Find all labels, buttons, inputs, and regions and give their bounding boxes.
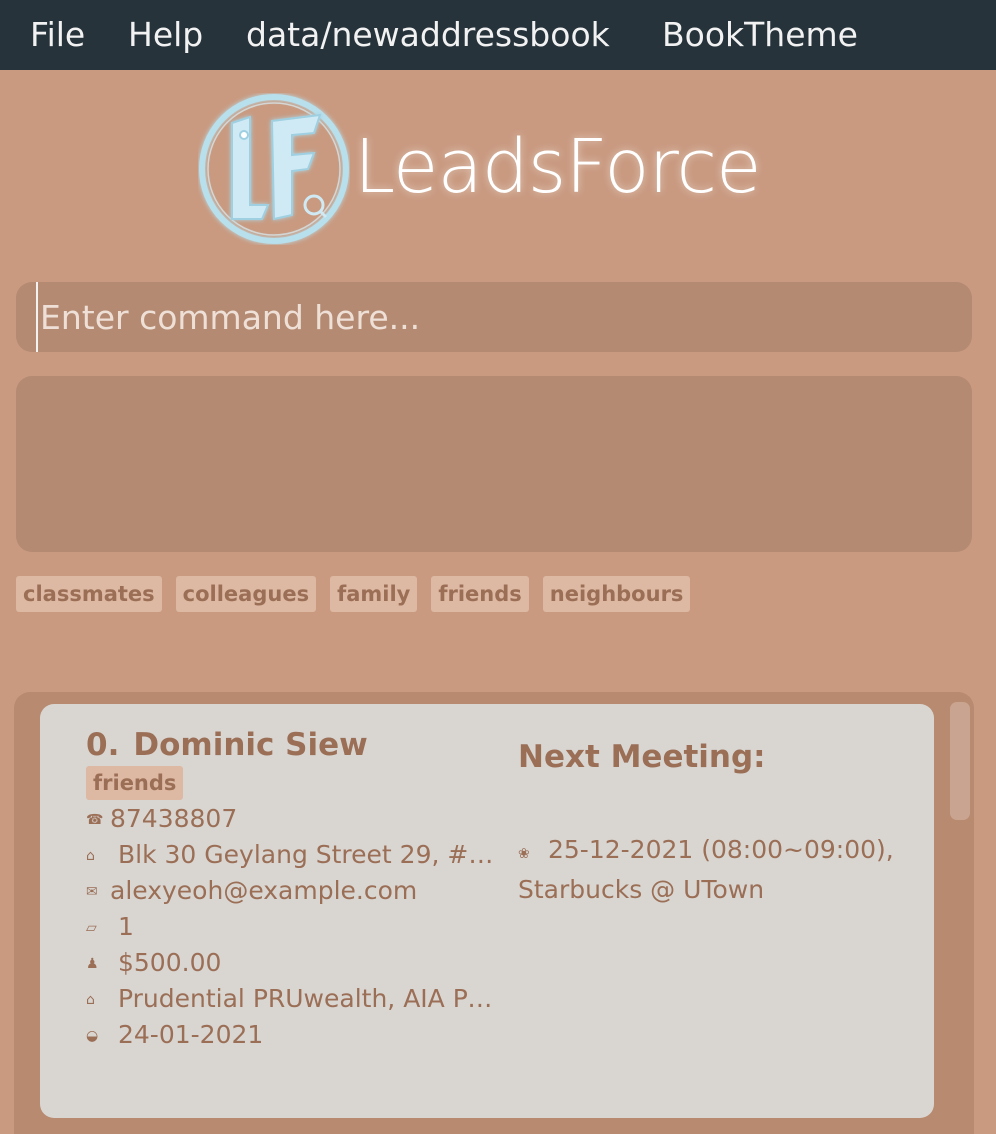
client-phone-value: 87438807 <box>110 804 238 833</box>
command-input[interactable] <box>36 282 956 352</box>
client-risk: ▱ 1 <box>86 910 496 945</box>
handshake-icon: ◒ <box>86 1028 99 1044</box>
next-meeting-label: Next Meeting: <box>518 739 766 775</box>
client-last-met: ◒ 24-01-2021 <box>86 1018 496 1053</box>
menu-file[interactable]: File <box>30 14 85 56</box>
logo-emblem-icon <box>199 94 349 244</box>
menu-theme[interactable]: BookTheme <box>662 14 858 56</box>
next-meeting-value: 25-12-2021 (08:00~09:00), Starbucks @ UT… <box>518 835 894 904</box>
client-income: ♟ $500.00 <box>86 946 496 981</box>
scrollbar-thumb[interactable] <box>950 702 970 820</box>
app-name: LeadsForce <box>354 124 762 210</box>
client-phone: ☎ 87438807 <box>86 802 496 837</box>
client-card[interactable]: 0. Dominic Siew friends ☎ 87438807 ⌂ Blk 30… <box>40 704 934 1118</box>
client-email-value: alexyeoh@example.com <box>110 876 418 905</box>
result-display <box>16 376 972 552</box>
envelope-icon: ✉ <box>86 884 98 900</box>
client-income-value: $500.00 <box>118 948 222 977</box>
tag-colleagues[interactable]: colleagues <box>175 576 317 612</box>
menu-data-path[interactable]: data/newaddressbook <box>246 14 610 56</box>
client-index: 0. <box>86 727 120 763</box>
client-address-value: Blk 30 Geylang Street 29, #06-40 <box>118 840 496 869</box>
money-bag-icon: ♟ <box>86 956 99 972</box>
client-email: ✉ alexyeoh@example.com <box>86 874 496 909</box>
phone-icon: ☎ <box>86 812 104 828</box>
client-risk-value: 1 <box>118 912 134 941</box>
client-last-met-value: 24-01-2021 <box>118 1020 264 1049</box>
tag-classmates[interactable]: classmates <box>16 576 162 612</box>
client-tag: friends <box>86 766 184 800</box>
meeting-icon: ❀ <box>518 846 530 862</box>
next-meeting: ❀ 25-12-2021 (08:00~09:00), Starbucks @ U… <box>518 832 918 908</box>
tag-friends[interactable]: friends <box>431 576 529 612</box>
client-name: Dominic Siew <box>133 727 368 763</box>
chart-icon: ▱ <box>86 920 97 936</box>
bank-icon: ⌂ <box>86 992 95 1008</box>
menu-help[interactable]: Help <box>128 14 203 56</box>
tag-neighbours[interactable]: neighbours <box>542 576 691 612</box>
tag-list: classmates colleagues family friends nei… <box>16 576 691 612</box>
command-box <box>16 282 972 352</box>
client-address: ⌂ Blk 30 Geylang Street 29, #06-40 <box>86 838 496 873</box>
tag-family[interactable]: family <box>330 576 418 612</box>
menu-bar: File Help data/newaddressbook BookTheme <box>0 0 996 70</box>
app-logo: LeadsForce <box>198 93 798 253</box>
client-policies-value: Prudential PRUwealth, AIA Pro Lifetime P… <box>118 984 496 1013</box>
client-policies: ⌂ Prudential PRUwealth, AIA Pro Lifetime … <box>86 982 496 1017</box>
house-icon: ⌂ <box>86 848 95 864</box>
client-title: 0. Dominic Siew <box>86 724 368 766</box>
